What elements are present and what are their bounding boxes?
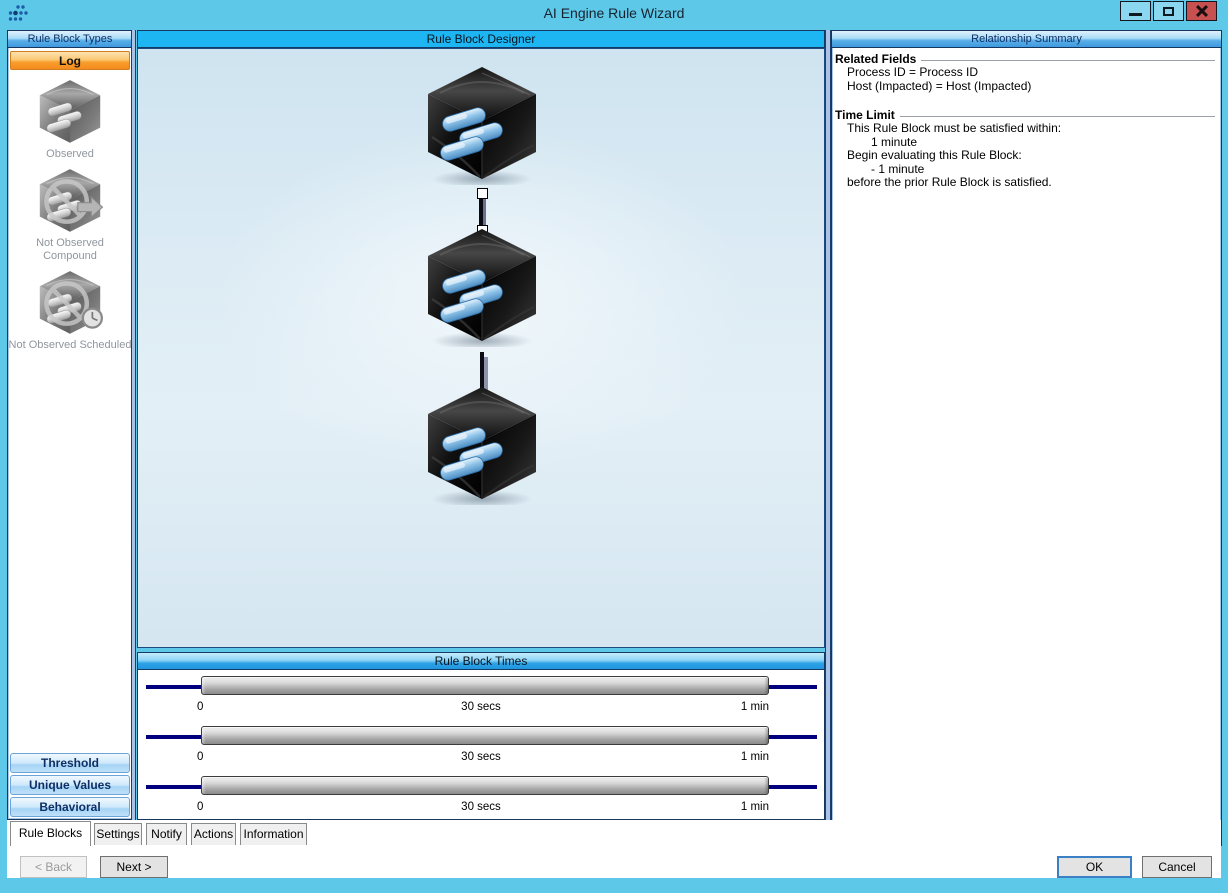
relationship-summary-header: Relationship Summary	[832, 31, 1221, 48]
rule-type-label: Not Observed Scheduled	[8, 339, 132, 352]
rule-block-designer-canvas[interactable]	[137, 48, 825, 648]
slider-mid-label: 30 secs	[138, 801, 824, 813]
tab-actions[interactable]: Actions	[191, 823, 236, 845]
observed-cube-icon	[36, 79, 104, 145]
not-observed-compound-icon	[36, 168, 104, 234]
relationship-summary-panel: Relationship Summary Related Fields Proc…	[831, 30, 1222, 846]
time-limit-row: Begin evaluating this Rule Block:	[835, 149, 1215, 163]
ok-button[interactable]: OK	[1057, 856, 1132, 878]
time-limit-row: 1 minute	[835, 136, 1215, 150]
rule-block-1-cube-icon[interactable]	[422, 63, 542, 185]
rule-block-3-cube-icon[interactable]	[422, 383, 542, 505]
rule-block-types-panel: Rule Block Types Log Observed Not Observ…	[7, 30, 133, 820]
category-unique-values-button[interactable]: Unique Values	[10, 775, 130, 795]
slider-range-bar[interactable]	[201, 726, 769, 745]
time-limit-row: before the prior Rule Block is satisfied…	[835, 176, 1215, 190]
related-fields-group: Related Fields	[835, 52, 1215, 66]
rule-type-label: Observed	[8, 148, 132, 161]
slider-range-bar[interactable]	[201, 776, 769, 795]
next-button[interactable]: Next >	[100, 856, 168, 878]
rule-block-2-cube-icon[interactable]	[422, 225, 542, 347]
time-limit-group: Time Limit	[835, 108, 1215, 122]
slider-mid-label: 30 secs	[138, 751, 824, 763]
rule-block-types-header: Rule Block Types	[8, 31, 132, 48]
back-button[interactable]: < Back	[20, 856, 87, 878]
bottom-bar: Rule Blocks Settings Notify Actions Info…	[7, 820, 1221, 878]
category-threshold-button[interactable]: Threshold	[10, 753, 130, 773]
slider-mid-label: 30 secs	[138, 701, 824, 713]
rule-type-observed[interactable]: Observed	[8, 79, 132, 161]
time-limit-title: Time Limit	[835, 108, 895, 122]
minimize-button[interactable]	[1120, 1, 1151, 21]
connector-handle-top[interactable]	[477, 188, 488, 199]
rule-block-times-panel: Rule Block Times 0 30 secs 1 min 0 30 se…	[137, 652, 825, 820]
tab-notify[interactable]: Notify	[146, 823, 187, 845]
maximize-icon	[1163, 7, 1174, 16]
close-button[interactable]	[1186, 1, 1217, 21]
maximize-button[interactable]	[1153, 1, 1184, 21]
rule-type-label: Not Observed Compound	[8, 237, 132, 263]
slider-range-bar[interactable]	[201, 676, 769, 695]
rule-type-not-observed-compound[interactable]: Not Observed Compound	[8, 168, 132, 263]
minimize-icon	[1129, 13, 1142, 16]
time-slider-2: 0 30 secs 1 min	[138, 720, 824, 770]
title-bar: AI Engine Rule Wizard	[0, 0, 1228, 28]
window-title: AI Engine Rule Wizard	[0, 0, 1228, 28]
related-field-row: Process ID = Process ID	[835, 66, 1215, 80]
time-limit-row: - 1 minute	[835, 163, 1215, 177]
rule-block-designer-header: Rule Block Designer	[137, 30, 825, 48]
tab-settings[interactable]: Settings	[94, 823, 142, 845]
related-fields-title: Related Fields	[835, 52, 916, 66]
time-limit-row: This Rule Block must be satisfied within…	[835, 122, 1215, 136]
log-category-button[interactable]: Log	[10, 51, 130, 70]
time-slider-1: 0 30 secs 1 min	[138, 670, 824, 720]
cancel-button[interactable]: Cancel	[1142, 856, 1212, 878]
rule-block-times-header: Rule Block Times	[137, 652, 825, 670]
tab-rule-blocks[interactable]: Rule Blocks	[10, 821, 91, 846]
not-observed-scheduled-icon	[36, 270, 104, 336]
slider-max-label: 1 min	[741, 801, 769, 813]
connector-bar[interactable]	[479, 199, 486, 225]
ai-engine-rule-wizard-window: AI Engine Rule Wizard Rule Block Types L…	[0, 0, 1228, 893]
tab-information[interactable]: Information	[240, 823, 307, 845]
left-panel-splitter[interactable]	[131, 30, 136, 820]
time-slider-3: 0 30 secs 1 min	[138, 770, 824, 820]
rule-type-not-observed-scheduled[interactable]: Not Observed Scheduled	[8, 270, 132, 352]
category-behavioral-button[interactable]: Behavioral	[10, 797, 130, 817]
related-field-row: Host (Impacted) = Host (Impacted)	[835, 80, 1215, 94]
slider-max-label: 1 min	[741, 701, 769, 713]
slider-max-label: 1 min	[741, 751, 769, 763]
